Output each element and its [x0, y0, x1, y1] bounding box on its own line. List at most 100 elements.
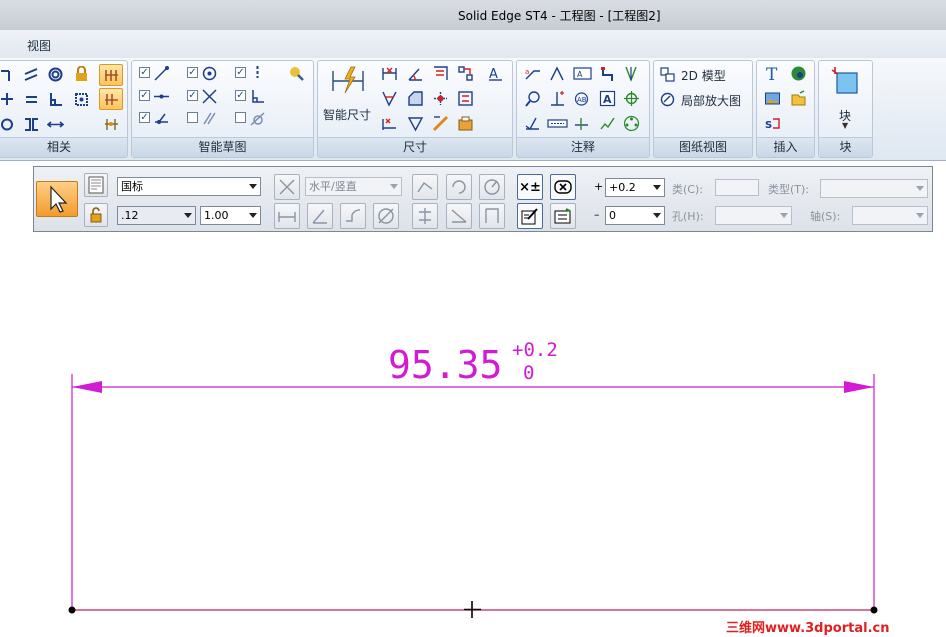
dimension-value[interactable]: 95.35: [388, 343, 502, 387]
tolerance-type-button[interactable]: [550, 203, 576, 229]
model-2d-icon[interactable]: [658, 65, 676, 83]
text-insert-icon[interactable]: T: [763, 64, 781, 82]
datum-target-icon[interactable]: [523, 114, 541, 132]
search-balloon-icon[interactable]: [523, 89, 541, 107]
chevron-down-icon: [390, 184, 398, 189]
feature-control-frame-icon[interactable]: AB: [572, 89, 590, 107]
scale-dropdown[interactable]: 1.00: [200, 206, 261, 225]
angular-dim-button[interactable]: [307, 203, 333, 229]
concentric-icon[interactable]: [46, 65, 64, 83]
text-box-icon[interactable]: A: [598, 89, 616, 107]
callout-icon[interactable]: [548, 64, 566, 82]
dimension-style-icon[interactable]: [431, 114, 449, 132]
dimension-style-mapping-button[interactable]: [84, 173, 108, 197]
surface-texture-icon[interactable]: [598, 64, 616, 82]
dimension-group-icon[interactable]: [456, 89, 474, 107]
endpoint-checkbox[interactable]: ✓: [139, 67, 150, 78]
shaft-dropdown[interactable]: [852, 206, 928, 225]
detail-view-label[interactable]: 局部放大图: [681, 92, 741, 109]
lock-icon[interactable]: [72, 65, 90, 83]
model-2d-label[interactable]: 2D 模型: [681, 67, 726, 84]
chevron-down-icon: [653, 185, 661, 190]
upper-tolerance-dropdown[interactable]: +0.2: [605, 178, 665, 197]
detail-view-icon[interactable]: [658, 90, 676, 108]
angular-coordinate-icon[interactable]: [380, 89, 398, 107]
menu-view-tab[interactable]: 视图: [27, 37, 51, 54]
symmetric-dim-button[interactable]: [412, 203, 438, 229]
attach-dimension-icon[interactable]: [406, 114, 424, 132]
text-style-icon[interactable]: A: [486, 64, 504, 82]
angle-measure-button[interactable]: [479, 174, 505, 200]
vertical-checkbox[interactable]: ✓: [235, 67, 246, 78]
select-tool-button[interactable]: [36, 181, 78, 217]
symmetric-icon[interactable]: [22, 115, 40, 133]
datum-frame-icon[interactable]: [548, 89, 566, 107]
chevron-down-icon: [184, 213, 192, 218]
dimension-toolbox-icon[interactable]: [456, 114, 474, 132]
midpoint-checkbox[interactable]: ✓: [139, 90, 150, 101]
collinear-icon[interactable]: [46, 115, 64, 133]
auto-dimension-icon[interactable]: [431, 89, 449, 107]
class-label: 类(C):: [672, 183, 703, 196]
connect-icon[interactable]: [0, 65, 18, 83]
hole-dropdown[interactable]: [715, 206, 792, 225]
rigid-set-icon[interactable]: [72, 90, 90, 108]
ordinate-dim-button[interactable]: [479, 203, 505, 229]
dimension-style-dropdown[interactable]: 国标: [117, 177, 261, 196]
balloon-text-icon[interactable]: A: [572, 64, 592, 82]
delete-prefix-button[interactable]: [550, 174, 576, 200]
radial-dim-button[interactable]: [340, 203, 366, 229]
angle-between-icon[interactable]: [406, 64, 424, 82]
object-icon[interactable]: [789, 89, 807, 107]
smart-dimension-label[interactable]: 智能尺寸: [323, 106, 371, 123]
hyperlink-icon[interactable]: [789, 64, 807, 82]
leader-icon[interactable]: a: [523, 64, 541, 82]
center-checkbox[interactable]: ✓: [187, 67, 198, 78]
relationship-handles-icon[interactable]: [99, 64, 123, 86]
pattern-icon[interactable]: [622, 114, 640, 132]
equal-icon[interactable]: [22, 90, 40, 108]
distance-between-icon[interactable]: [380, 64, 398, 82]
perpendicular-icon[interactable]: [46, 90, 64, 108]
relationship-assistant-icon[interactable]: [99, 113, 123, 135]
coordinate-dimension-icon[interactable]: [431, 64, 449, 82]
horizontal-vertical-icon[interactable]: [0, 115, 18, 133]
block-icon[interactable]: [830, 66, 860, 96]
prefix-button[interactable]: ×±: [517, 174, 543, 200]
weld-symbol-icon[interactable]: [622, 64, 640, 82]
orientation-button[interactable]: [274, 174, 300, 200]
parallel-snap-icon: [200, 109, 218, 127]
class-field[interactable]: [715, 179, 759, 196]
tangent-icon[interactable]: [0, 90, 18, 108]
chamfer-dimension-icon[interactable]: [406, 89, 424, 107]
block-dropdown-arrow-icon[interactable]: ▼: [842, 121, 848, 130]
diameter-dim-button[interactable]: [373, 203, 399, 229]
horizontal-dim-button[interactable]: [274, 203, 300, 229]
intersection-checkbox[interactable]: ✓: [187, 90, 198, 101]
symbol-icon[interactable]: S: [763, 114, 781, 132]
edit-text-button[interactable]: [517, 203, 543, 229]
center-line-icon[interactable]: [572, 114, 590, 132]
smart-dimension-icon[interactable]: [330, 64, 366, 98]
lower-tolerance-dropdown[interactable]: 0: [605, 206, 665, 225]
lock-dimension-button[interactable]: [84, 203, 108, 227]
maintain-relationships-icon[interactable]: [99, 88, 123, 110]
tangent-checkbox[interactable]: [235, 112, 246, 123]
arc-angle-button[interactable]: [446, 174, 472, 200]
precision-dropdown[interactable]: .12: [117, 206, 196, 225]
parallel-checkbox[interactable]: [187, 112, 198, 123]
bolt-hole-circle-icon[interactable]: [598, 114, 616, 132]
image-icon[interactable]: [763, 89, 781, 107]
copy-dimension-icon[interactable]: [380, 114, 398, 132]
chamfer-dim-button[interactable]: [446, 203, 472, 229]
symmetric-diameter-icon[interactable]: [456, 64, 474, 82]
by-2-points-button[interactable]: [412, 174, 438, 200]
type-dropdown[interactable]: [820, 179, 928, 198]
sketch-options-icon[interactable]: [287, 64, 305, 82]
edge-condition-icon[interactable]: [546, 114, 568, 132]
alignment-dropdown[interactable]: 水平/竖直: [305, 177, 402, 196]
perpendicular-checkbox[interactable]: ✓: [235, 90, 246, 101]
parallel-icon[interactable]: [22, 65, 40, 83]
on-element-checkbox[interactable]: ✓: [139, 112, 150, 123]
center-mark-icon[interactable]: [622, 89, 640, 107]
